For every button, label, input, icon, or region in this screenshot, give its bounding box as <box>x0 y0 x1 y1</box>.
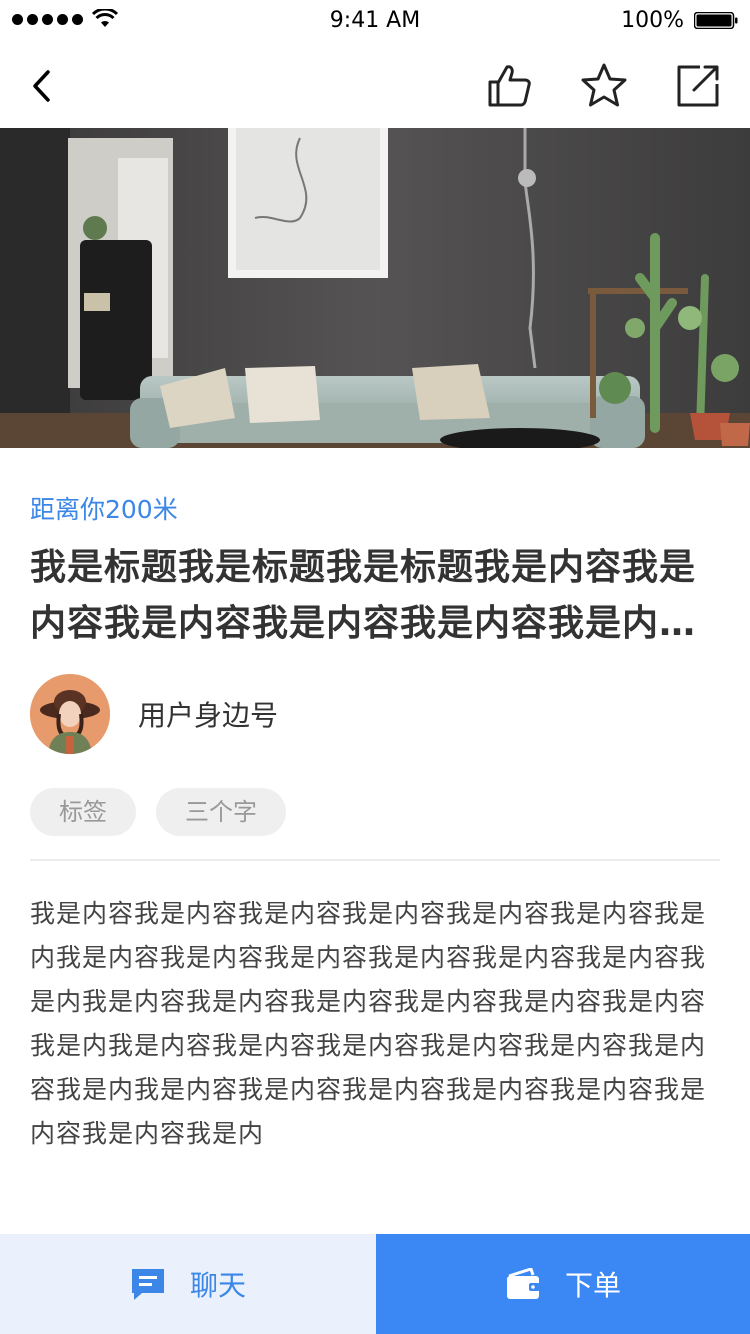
author-row[interactable]: 用户身边号 <box>30 674 278 754</box>
tag-chip[interactable]: 三个字 <box>156 788 286 836</box>
hero-image <box>0 128 750 448</box>
post-title: 我是标题我是标题我是标题我是内容我是内容我是内容我是内容我是内容我是内容我是内容 <box>30 547 697 644</box>
battery-percentage: 100% <box>621 8 684 33</box>
battery-icon <box>694 12 738 29</box>
share-external-icon[interactable] <box>674 62 722 110</box>
chat-button-label: 聊天 <box>189 1269 246 1302</box>
star-icon[interactable] <box>580 62 628 110</box>
chat-bubble-icon <box>131 1269 164 1300</box>
chevron-left-icon[interactable] <box>18 62 66 110</box>
post-body: 我是内容我是内容我是内容我是内容我是内容我是内容我是内我是内容我是内容我是内容我… <box>30 899 707 1148</box>
avatar[interactable] <box>30 674 110 754</box>
order-button[interactable]: 下单 <box>376 1234 750 1334</box>
author-name[interactable]: 用户身边号 <box>138 694 278 734</box>
nav-bar <box>0 40 750 128</box>
wallet-icon <box>506 1268 540 1299</box>
order-button-label: 下单 <box>564 1269 621 1302</box>
tag-chip[interactable]: 标签 <box>30 788 136 836</box>
distance-label: 距离你200米 <box>30 495 178 524</box>
divider <box>30 859 720 861</box>
chat-button[interactable]: 聊天 <box>0 1234 376 1334</box>
status-bar: 9:41 AM 100% <box>0 0 750 40</box>
thumbs-up-icon[interactable] <box>485 62 533 110</box>
tag-list: 标签 三个字 <box>30 788 286 836</box>
bottom-action-bar: 聊天 下单 <box>0 1234 750 1334</box>
